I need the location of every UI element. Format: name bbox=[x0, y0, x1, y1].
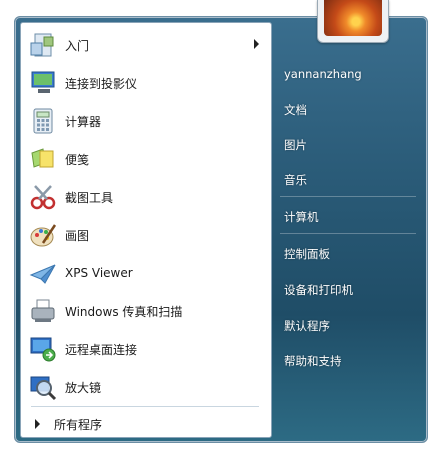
documents-link[interactable]: 文档 bbox=[284, 102, 307, 118]
program-item-snipping-tool[interactable]: 截图工具 bbox=[25, 179, 267, 215]
program-item-remote-desktop[interactable]: 远程桌面连接 bbox=[25, 331, 267, 367]
calculator-icon bbox=[27, 105, 59, 137]
all-programs-label: 所有程序 bbox=[54, 417, 103, 432]
paint-icon bbox=[27, 219, 59, 251]
program-item-xps-viewer[interactable]: XPS Viewer bbox=[25, 255, 267, 291]
program-item-fax-scan[interactable]: Windows 传真和扫描 bbox=[25, 293, 267, 329]
divider bbox=[31, 406, 259, 407]
program-item-label: 便笺 bbox=[65, 152, 90, 167]
pictures-link[interactable]: 图片 bbox=[284, 137, 307, 153]
places-pane: yannanzhang 文档 图片 音乐 计算机 控制面板 设备和打印机 默认程… bbox=[272, 22, 422, 436]
program-item-paint[interactable]: 画图 bbox=[25, 217, 267, 253]
program-item-calculator[interactable]: 计算器 bbox=[25, 103, 267, 139]
all-programs-button[interactable]: 所有程序 bbox=[25, 413, 267, 435]
divider bbox=[280, 233, 416, 234]
magnifier-icon bbox=[27, 371, 59, 403]
getting-started-icon bbox=[27, 29, 59, 61]
program-item-getting-started[interactable]: 入门 bbox=[25, 27, 267, 63]
fax-scan-icon bbox=[27, 295, 59, 327]
expand-arrow-icon bbox=[35, 419, 40, 429]
sticky-notes-icon bbox=[27, 143, 59, 175]
program-item-sticky-notes[interactable]: 便笺 bbox=[25, 141, 267, 177]
program-item-label: 远程桌面连接 bbox=[65, 342, 138, 357]
program-item-label: Windows 传真和扫描 bbox=[65, 304, 183, 319]
program-item-magnifier[interactable]: 放大镜 bbox=[25, 369, 267, 405]
program-item-label: 画图 bbox=[65, 228, 90, 243]
program-item-projector[interactable]: 连接到投影仪 bbox=[25, 65, 267, 101]
devices-printers-link[interactable]: 设备和打印机 bbox=[284, 282, 353, 298]
xps-viewer-icon bbox=[27, 257, 59, 289]
help-support-link[interactable]: 帮助和支持 bbox=[284, 353, 342, 369]
remote-desktop-icon bbox=[27, 333, 59, 365]
program-list-pane: 入门 连接到投影仪 计算器 便笺 截图工具 画图 XPS Viewer Wind… bbox=[20, 22, 272, 438]
program-item-label: 入门 bbox=[65, 38, 90, 53]
program-item-label: 连接到投影仪 bbox=[65, 76, 138, 91]
submenu-arrow-icon[interactable] bbox=[254, 39, 259, 49]
user-folder-link[interactable]: yannanzhang bbox=[284, 67, 362, 81]
snipping-tool-icon bbox=[27, 181, 59, 213]
program-item-label: 计算器 bbox=[65, 114, 102, 129]
program-item-label: 放大镜 bbox=[65, 380, 102, 395]
music-link[interactable]: 音乐 bbox=[284, 172, 307, 188]
projector-icon bbox=[27, 67, 59, 99]
computer-link[interactable]: 计算机 bbox=[284, 209, 319, 225]
program-item-label: XPS Viewer bbox=[65, 266, 133, 280]
control-panel-link[interactable]: 控制面板 bbox=[284, 246, 330, 262]
divider bbox=[280, 196, 416, 197]
default-programs-link[interactable]: 默认程序 bbox=[284, 318, 330, 334]
program-item-label: 截图工具 bbox=[65, 190, 114, 205]
